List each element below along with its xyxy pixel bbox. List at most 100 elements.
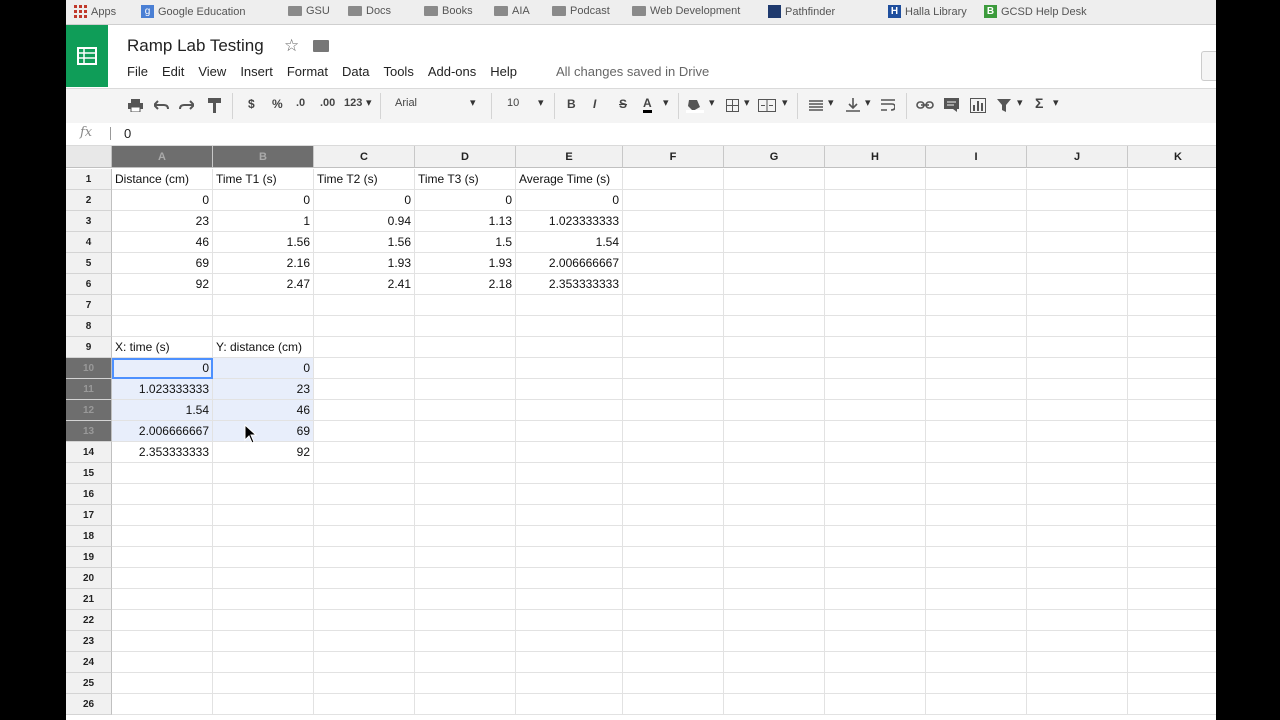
menu-format[interactable]: Format [287,64,328,79]
column-header-i[interactable]: I [926,146,1027,168]
cell-i9[interactable] [926,337,1027,358]
row-header-5[interactable]: 5 [66,253,112,274]
cell-c20[interactable] [314,568,415,589]
borders-icon[interactable] [726,99,739,112]
cell-d18[interactable] [415,526,516,547]
bookmark-aia[interactable]: AIA [494,5,530,17]
cell-i21[interactable] [926,589,1027,610]
cell-f5[interactable] [623,253,724,274]
currency-format-button[interactable]: $ [248,97,255,111]
cell-d25[interactable] [415,673,516,694]
row-header-11[interactable]: 11 [66,379,112,400]
cell-d23[interactable] [415,631,516,652]
cell-i11[interactable] [926,379,1027,400]
cell-h12[interactable] [825,400,926,421]
cell-k3[interactable] [1128,211,1216,232]
cell-f17[interactable] [623,505,724,526]
cell-k17[interactable] [1128,505,1216,526]
row-header-16[interactable]: 16 [66,484,112,505]
document-title[interactable]: Ramp Lab Testing [127,36,264,56]
cell-b11[interactable]: 23 [213,379,314,400]
cell-a1[interactable]: Distance (cm) [112,169,213,190]
cell-e1[interactable]: Average Time (s) [516,169,623,190]
cell-k24[interactable] [1128,652,1216,673]
cell-d15[interactable] [415,463,516,484]
cell-b1[interactable]: Time T1 (s) [213,169,314,190]
cell-f4[interactable] [623,232,724,253]
cell-c14[interactable] [314,442,415,463]
cell-i8[interactable] [926,316,1027,337]
cell-i22[interactable] [926,610,1027,631]
cell-c2[interactable]: 0 [314,190,415,211]
row-header-10[interactable]: 10 [66,358,112,379]
share-button[interactable] [1201,51,1216,81]
star-icon[interactable]: ☆ [284,36,299,56]
cell-e17[interactable] [516,505,623,526]
cell-d10[interactable] [415,358,516,379]
cell-d16[interactable] [415,484,516,505]
fill-color-icon[interactable] [686,98,704,113]
cell-d19[interactable] [415,547,516,568]
cell-a5[interactable]: 69 [112,253,213,274]
cell-a17[interactable] [112,505,213,526]
cell-e24[interactable] [516,652,623,673]
cell-j1[interactable] [1027,169,1128,190]
save-status[interactable]: All changes saved in Drive [556,64,709,79]
cell-k16[interactable] [1128,484,1216,505]
menu-file[interactable]: File [127,64,148,79]
cell-k4[interactable] [1128,232,1216,253]
row-header-15[interactable]: 15 [66,463,112,484]
cell-h11[interactable] [825,379,926,400]
filter-icon[interactable] [997,99,1011,112]
cell-c11[interactable] [314,379,415,400]
cell-g1[interactable] [724,169,825,190]
cell-g19[interactable] [724,547,825,568]
cell-b4[interactable]: 1.56 [213,232,314,253]
cell-f13[interactable] [623,421,724,442]
row-header-4[interactable]: 4 [66,232,112,253]
print-icon[interactable] [128,99,143,112]
cell-i16[interactable] [926,484,1027,505]
cell-h4[interactable] [825,232,926,253]
cell-d26[interactable] [415,694,516,715]
cell-a4[interactable]: 46 [112,232,213,253]
cell-c24[interactable] [314,652,415,673]
cell-h8[interactable] [825,316,926,337]
cell-f14[interactable] [623,442,724,463]
cell-d2[interactable]: 0 [415,190,516,211]
cell-a3[interactable]: 23 [112,211,213,232]
cell-d6[interactable]: 2.18 [415,274,516,295]
cell-j3[interactable] [1027,211,1128,232]
menu-tools[interactable]: Tools [383,64,413,79]
cell-k7[interactable] [1128,295,1216,316]
cell-a26[interactable] [112,694,213,715]
cell-h22[interactable] [825,610,926,631]
cell-g17[interactable] [724,505,825,526]
cell-e20[interactable] [516,568,623,589]
row-header-18[interactable]: 18 [66,526,112,547]
cell-c3[interactable]: 0.94 [314,211,415,232]
cell-d14[interactable] [415,442,516,463]
cell-g15[interactable] [724,463,825,484]
menu-data[interactable]: Data [342,64,369,79]
row-header-1[interactable]: 1 [66,169,112,190]
cell-i15[interactable] [926,463,1027,484]
sheets-logo-icon[interactable] [66,25,108,87]
cell-c26[interactable] [314,694,415,715]
cell-d3[interactable]: 1.13 [415,211,516,232]
cell-a14[interactable]: 2.353333333 [112,442,213,463]
cell-k23[interactable] [1128,631,1216,652]
cell-h23[interactable] [825,631,926,652]
cell-e2[interactable]: 0 [516,190,623,211]
column-header-h[interactable]: H [825,146,926,168]
cell-f10[interactable] [623,358,724,379]
cell-g14[interactable] [724,442,825,463]
cell-c19[interactable] [314,547,415,568]
cell-c6[interactable]: 2.41 [314,274,415,295]
cell-c18[interactable] [314,526,415,547]
menu-edit[interactable]: Edit [162,64,184,79]
cell-a21[interactable] [112,589,213,610]
cell-j5[interactable] [1027,253,1128,274]
formula-input[interactable]: 0 [124,126,131,141]
cell-e10[interactable] [516,358,623,379]
